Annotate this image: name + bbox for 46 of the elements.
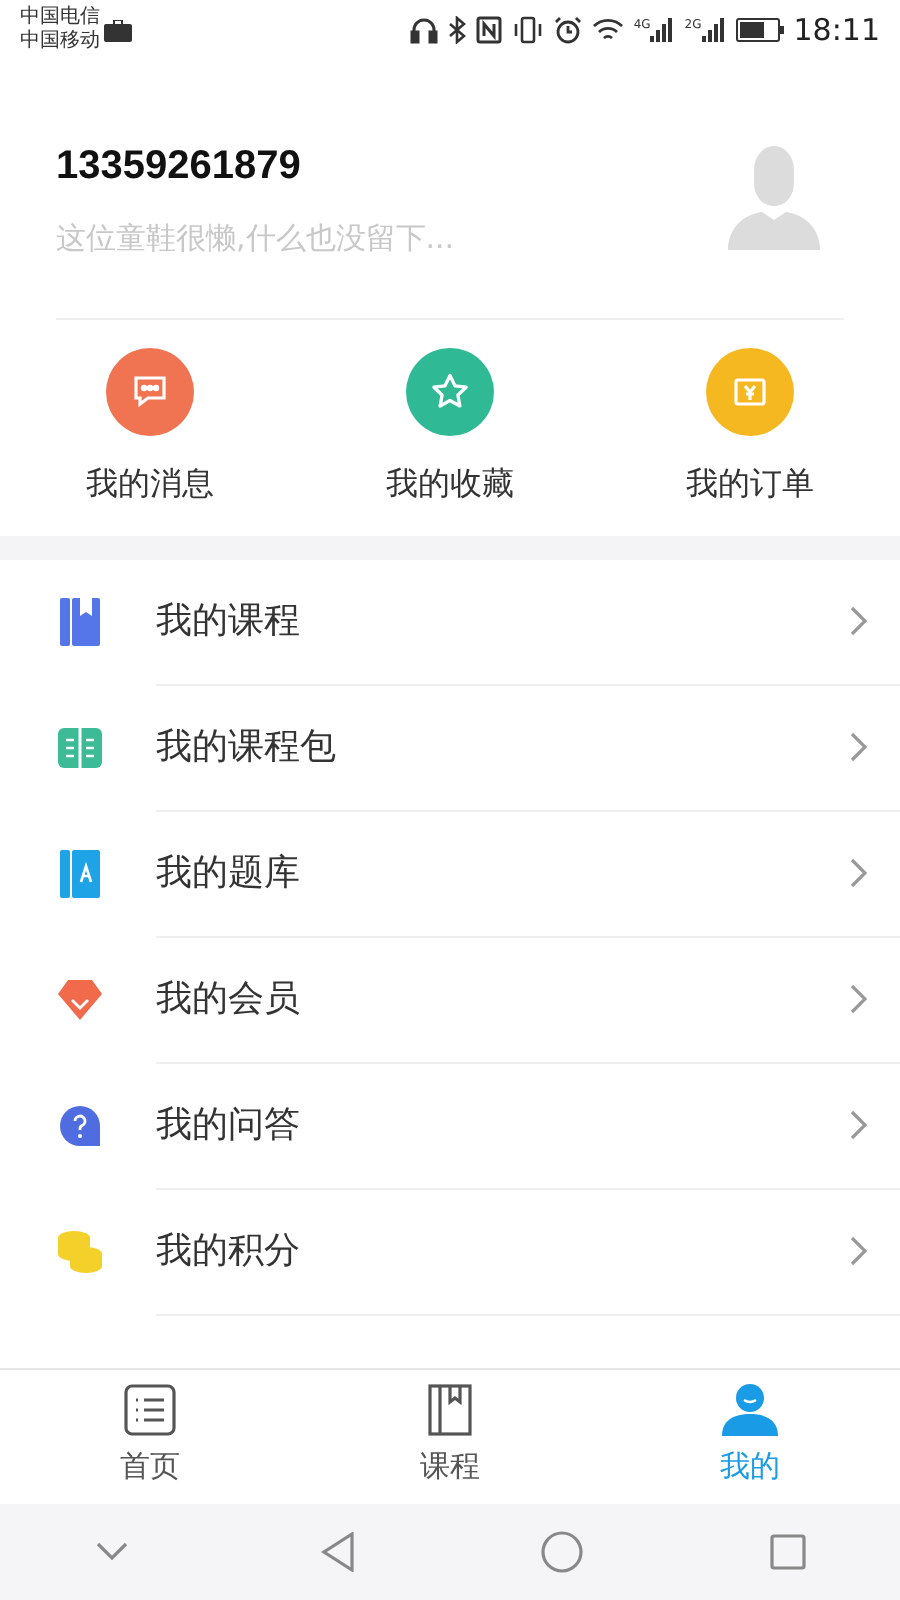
menu-item[interactable]: 我的会员	[0, 937, 900, 1063]
signal-icon	[650, 18, 675, 42]
battery-icon	[735, 18, 784, 42]
question-bubble-icon	[60, 1106, 100, 1146]
back-icon[interactable]	[319, 1532, 356, 1572]
chevron-right-icon	[850, 732, 868, 762]
quick-action-button[interactable]: 我的消息	[0, 347, 300, 507]
menu-item[interactable]: 我的积分	[0, 1189, 900, 1315]
recent-apps-icon[interactable]	[769, 1534, 806, 1570]
phone-number: 13359261879	[56, 142, 303, 192]
badge-icon	[58, 978, 102, 1022]
alarm-icon	[553, 16, 582, 44]
chevron-right-icon	[850, 1110, 868, 1140]
person-icon	[722, 1384, 778, 1437]
letter-book-icon	[60, 850, 100, 898]
headphones-icon	[409, 16, 438, 44]
bluetooth-icon	[447, 16, 466, 44]
home-icon[interactable]	[540, 1530, 585, 1574]
list-icon	[124, 1384, 176, 1437]
chat-icon	[130, 371, 170, 411]
open-book-icon	[58, 726, 102, 770]
tab[interactable]: 首页	[0, 1370, 300, 1504]
chevron-right-icon	[850, 606, 868, 636]
chevron-down-icon[interactable]	[96, 1542, 129, 1562]
tab[interactable]: 课程	[300, 1370, 600, 1504]
nfc-icon	[475, 16, 502, 44]
signal-icon	[701, 18, 726, 42]
clock-time: 18:11	[793, 9, 880, 52]
briefcase-icon	[104, 19, 132, 41]
vibrate-icon	[511, 16, 544, 44]
menu-item[interactable]: 我的问答	[0, 1063, 900, 1189]
carrier-label: 中国电信	[20, 6, 100, 29]
menu-item[interactable]: 我的题库	[0, 811, 900, 937]
book-icon	[428, 1384, 472, 1437]
carrier-label: 中国移动	[20, 30, 100, 54]
wifi-icon	[591, 17, 624, 43]
quick-action-button[interactable]: 我的收藏	[300, 347, 600, 507]
menu-item[interactable]: 我的课程包	[0, 685, 900, 811]
chevron-right-icon	[850, 984, 868, 1014]
quick-action-button[interactable]: 我的订单	[600, 347, 900, 507]
menu-item[interactable]: 我的课程	[0, 559, 900, 685]
chevron-right-icon	[850, 858, 868, 888]
chevron-right-icon	[850, 1236, 868, 1266]
star-icon	[428, 369, 472, 413]
coins-icon	[58, 1230, 102, 1274]
book-icon	[60, 598, 100, 646]
